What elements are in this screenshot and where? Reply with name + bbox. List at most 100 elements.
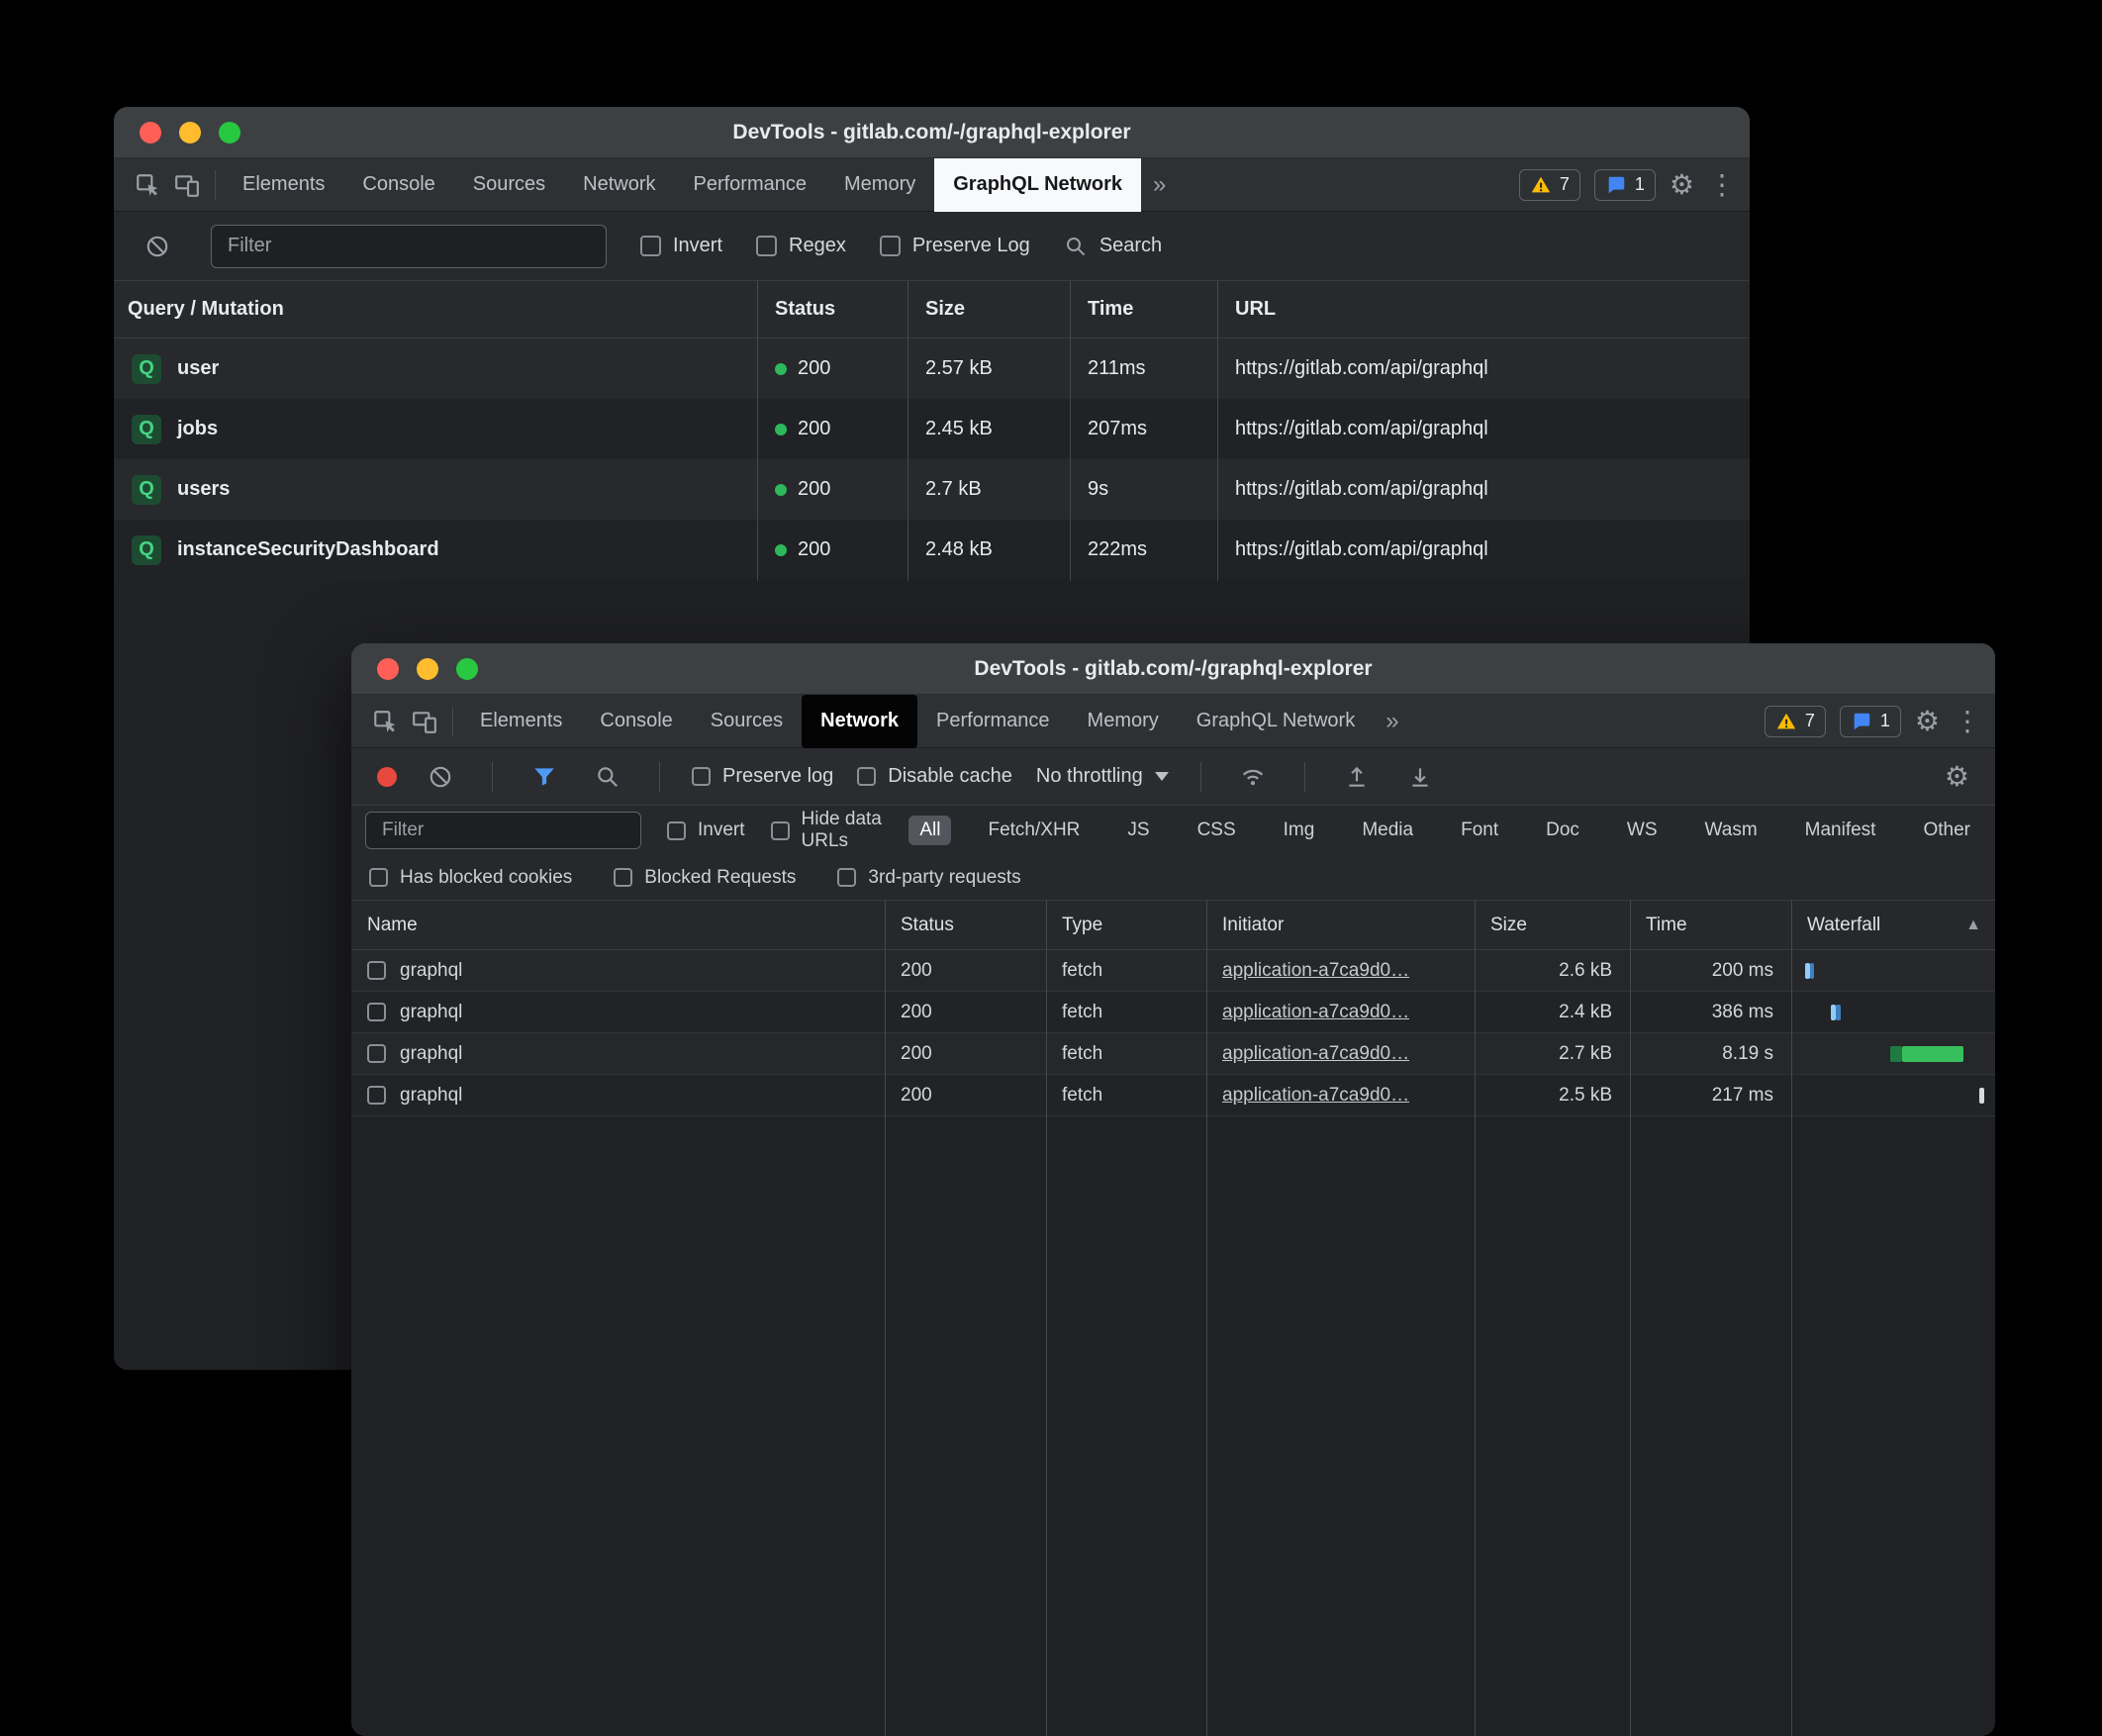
clear-icon[interactable] <box>138 227 177 266</box>
tab-memory[interactable]: Memory <box>825 158 934 212</box>
table-row[interactable]: graphql 200 fetch application-a7ca9d0… 2… <box>351 1033 1995 1075</box>
third-party-checkbox[interactable] <box>837 868 856 887</box>
type-filter-css[interactable]: CSS <box>1187 816 1247 845</box>
waterfall-cell <box>1791 1075 1995 1115</box>
tab-graphql-network[interactable]: GraphQL Network <box>1178 695 1374 748</box>
close-window-button[interactable] <box>140 122 161 144</box>
table-row[interactable]: Q instanceSecurityDashboard 200 2.48 kB … <box>114 520 1750 580</box>
issues-badge[interactable]: 1 <box>1594 169 1656 201</box>
hide-data-urls-checkbox[interactable] <box>771 821 790 840</box>
network-settings-gear-icon[interactable]: ⚙ <box>1945 763 1969 791</box>
more-tabs-icon[interactable]: » <box>1141 171 1178 199</box>
tab-console[interactable]: Console <box>581 695 691 748</box>
table-row[interactable]: graphql 200 fetch application-a7ca9d0… 2… <box>351 992 1995 1033</box>
warnings-badge[interactable]: 7 <box>1765 706 1826 737</box>
query-name: users <box>177 478 230 501</box>
type-filter-fetch-xhr[interactable]: Fetch/XHR <box>977 816 1091 845</box>
kebab-menu-icon[interactable]: ⋮ <box>1708 171 1736 199</box>
settings-gear-icon[interactable]: ⚙ <box>1915 708 1940 735</box>
preserve-log-option: Preserve log <box>692 765 833 788</box>
inspect-element-icon[interactable] <box>128 165 167 205</box>
import-har-icon[interactable] <box>1337 757 1377 797</box>
table-row[interactable]: Q users 200 2.7 kB 9s https://gitlab.com… <box>114 459 1750 520</box>
row-checkbox[interactable] <box>367 1086 386 1105</box>
export-har-icon[interactable] <box>1400 757 1440 797</box>
settings-gear-icon[interactable]: ⚙ <box>1670 171 1694 199</box>
initiator-link[interactable]: application-a7ca9d0… <box>1222 1002 1409 1023</box>
column-header-time[interactable]: Time <box>1630 901 1791 949</box>
close-window-button[interactable] <box>377 658 399 680</box>
invert-option: Invert <box>640 235 722 257</box>
kebab-menu-icon[interactable]: ⋮ <box>1954 708 1981 735</box>
tab-network[interactable]: Network <box>802 695 917 748</box>
blocked-requests-checkbox[interactable] <box>614 868 632 887</box>
table-row[interactable]: Q user 200 2.57 kB 211ms https://gitlab.… <box>114 338 1750 399</box>
column-header-size[interactable]: Size <box>1475 901 1630 949</box>
regex-checkbox[interactable] <box>756 236 777 256</box>
invert-checkbox[interactable] <box>667 821 686 840</box>
status-cell: 200 <box>885 992 1046 1032</box>
preserve-log-checkbox[interactable] <box>692 767 711 786</box>
minimize-window-button[interactable] <box>417 658 438 680</box>
blocked-requests-label: Blocked Requests <box>644 867 796 889</box>
column-header-name[interactable]: Name <box>351 901 885 949</box>
type-filter-img[interactable]: Img <box>1273 816 1326 845</box>
issues-badge[interactable]: 1 <box>1840 706 1901 737</box>
initiator-link[interactable]: application-a7ca9d0… <box>1222 1043 1409 1065</box>
type-cell: fetch <box>1046 1033 1206 1074</box>
tab-memory[interactable]: Memory <box>1069 695 1178 748</box>
type-filter-ws[interactable]: WS <box>1616 816 1669 845</box>
table-row[interactable]: Q jobs 200 2.45 kB 207ms https://gitlab.… <box>114 399 1750 459</box>
record-button[interactable] <box>377 767 397 787</box>
type-filter-manifest[interactable]: Manifest <box>1794 816 1887 845</box>
row-checkbox[interactable] <box>367 1044 386 1063</box>
type-filter-other[interactable]: Other <box>1912 816 1981 845</box>
device-toolbar-icon[interactable] <box>167 165 207 205</box>
more-tabs-icon[interactable]: » <box>1374 708 1410 735</box>
column-header-status[interactable]: Status <box>885 901 1046 949</box>
column-header-type[interactable]: Type <box>1046 901 1206 949</box>
search-icon[interactable] <box>588 757 627 797</box>
query-badge: Q <box>132 535 161 565</box>
type-filter-wasm[interactable]: Wasm <box>1694 816 1768 845</box>
search-control[interactable]: Search <box>1064 235 1162 258</box>
row-checkbox[interactable] <box>367 1003 386 1021</box>
throttling-dropdown[interactable]: No throttling <box>1036 765 1169 788</box>
inspect-element-icon[interactable] <box>365 702 405 741</box>
initiator-link[interactable]: application-a7ca9d0… <box>1222 1085 1409 1107</box>
network-conditions-icon[interactable] <box>1233 757 1273 797</box>
invert-checkbox[interactable] <box>640 236 661 256</box>
tab-elements[interactable]: Elements <box>461 695 581 748</box>
type-filter-font[interactable]: Font <box>1450 816 1509 845</box>
device-toolbar-icon[interactable] <box>405 702 444 741</box>
table-row[interactable]: graphql 200 fetch application-a7ca9d0… 2… <box>351 1075 1995 1116</box>
table-row[interactable]: graphql 200 fetch application-a7ca9d0… 2… <box>351 950 1995 992</box>
column-header-initiator[interactable]: Initiator <box>1206 901 1475 949</box>
initiator-link[interactable]: application-a7ca9d0… <box>1222 960 1409 982</box>
tab-console[interactable]: Console <box>343 158 453 212</box>
column-header-waterfall[interactable]: Waterfall ▲ <box>1791 901 1995 949</box>
minimize-window-button[interactable] <box>179 122 201 144</box>
zoom-window-button[interactable] <box>456 658 478 680</box>
preserve-log-checkbox[interactable] <box>880 236 901 256</box>
type-filter-doc[interactable]: Doc <box>1535 816 1590 845</box>
tab-sources[interactable]: Sources <box>454 158 564 212</box>
network-filter-input[interactable] <box>365 812 641 849</box>
clear-icon[interactable] <box>421 757 460 797</box>
tab-sources[interactable]: Sources <box>692 695 802 748</box>
tab-performance[interactable]: Performance <box>675 158 826 212</box>
blocked-cookies-checkbox[interactable] <box>369 868 388 887</box>
type-filter-all[interactable]: All <box>908 816 951 845</box>
type-filter-media[interactable]: Media <box>1351 816 1424 845</box>
zoom-window-button[interactable] <box>219 122 240 144</box>
tab-performance[interactable]: Performance <box>917 695 1069 748</box>
filter-input[interactable] <box>211 225 607 268</box>
filter-funnel-icon[interactable] <box>525 757 564 797</box>
warnings-badge[interactable]: 7 <box>1519 169 1580 201</box>
disable-cache-checkbox[interactable] <box>857 767 876 786</box>
tab-network[interactable]: Network <box>564 158 674 212</box>
row-checkbox[interactable] <box>367 961 386 980</box>
type-filter-js[interactable]: JS <box>1116 816 1160 845</box>
tab-graphql-network[interactable]: GraphQL Network <box>934 158 1141 212</box>
tab-elements[interactable]: Elements <box>224 158 343 212</box>
